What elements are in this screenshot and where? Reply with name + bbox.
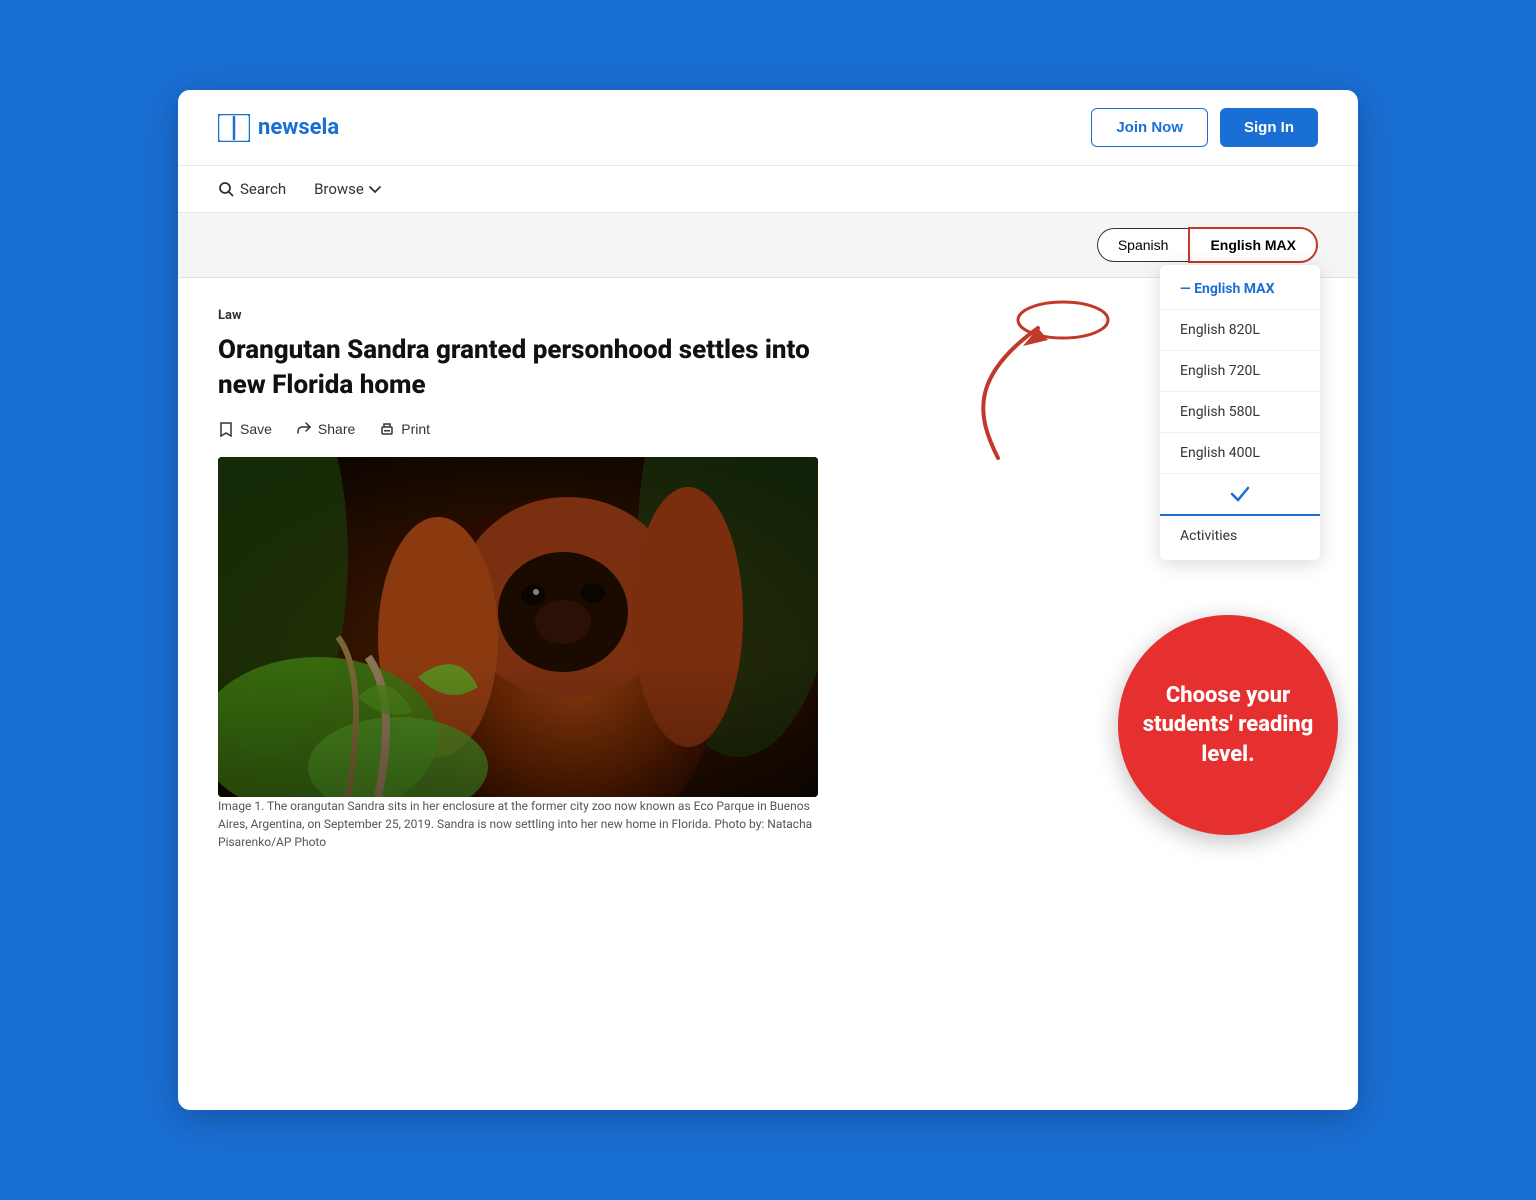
save-button[interactable]: Save: [218, 421, 272, 437]
browse-nav-item[interactable]: Browse: [314, 180, 382, 198]
activities-button[interactable]: Activities: [1160, 514, 1320, 556]
print-icon: [379, 421, 395, 437]
browse-label: Browse: [314, 180, 364, 198]
join-now-button[interactable]: Join Now: [1091, 108, 1208, 147]
article-area: Law Orangutan Sandra granted personhood …: [178, 278, 998, 895]
spanish-button[interactable]: Spanish: [1097, 228, 1189, 262]
nav-bar: Search Browse: [178, 166, 1358, 213]
share-button[interactable]: Share: [296, 421, 355, 437]
article-actions: Save Share Print: [218, 421, 958, 437]
article-title: Orangutan Sandra granted personhood sett…: [218, 333, 818, 403]
dropdown-item-english-720l[interactable]: English 720L: [1160, 351, 1320, 392]
newsela-logo-icon: [218, 114, 250, 142]
logo-area: newsela: [218, 114, 339, 142]
english-max-button[interactable]: English MAX: [1188, 227, 1318, 263]
callout-circle: Choose your students' reading level.: [1118, 615, 1338, 835]
search-nav-item[interactable]: Search: [218, 180, 286, 198]
dropdown-item-english-820l[interactable]: English 820L: [1160, 310, 1320, 351]
header: newsela Join Now Sign In: [178, 90, 1358, 166]
language-bar: Spanish English MAX English MAX English …: [178, 213, 1358, 278]
dropdown-item-english-580l[interactable]: English 580L: [1160, 392, 1320, 433]
reading-level-dropdown: English MAX English 820L English 720L En…: [1160, 265, 1320, 560]
logo-text: newsela: [258, 115, 339, 140]
callout-text: Choose your students' reading level.: [1118, 661, 1338, 790]
dropdown-item-english-max[interactable]: English MAX: [1160, 269, 1320, 310]
article-category: Law: [218, 308, 958, 323]
dropdown-item-english-400l[interactable]: English 400L: [1160, 433, 1320, 474]
share-icon: [296, 421, 312, 437]
sign-in-button[interactable]: Sign In: [1220, 108, 1318, 147]
article-image: [218, 457, 818, 797]
search-icon: [218, 181, 234, 197]
activities-icon: [1228, 482, 1252, 506]
bookmark-icon: [218, 421, 234, 437]
chevron-down-icon: [368, 182, 382, 196]
image-caption: Image 1. The orangutan Sandra sits in he…: [218, 797, 818, 851]
header-buttons: Join Now Sign In: [1091, 108, 1318, 147]
article-image-container: Image 1. The orangutan Sandra sits in he…: [218, 457, 818, 851]
print-button[interactable]: Print: [379, 421, 430, 437]
orangutan-photo: [218, 457, 818, 797]
search-label: Search: [240, 180, 286, 198]
